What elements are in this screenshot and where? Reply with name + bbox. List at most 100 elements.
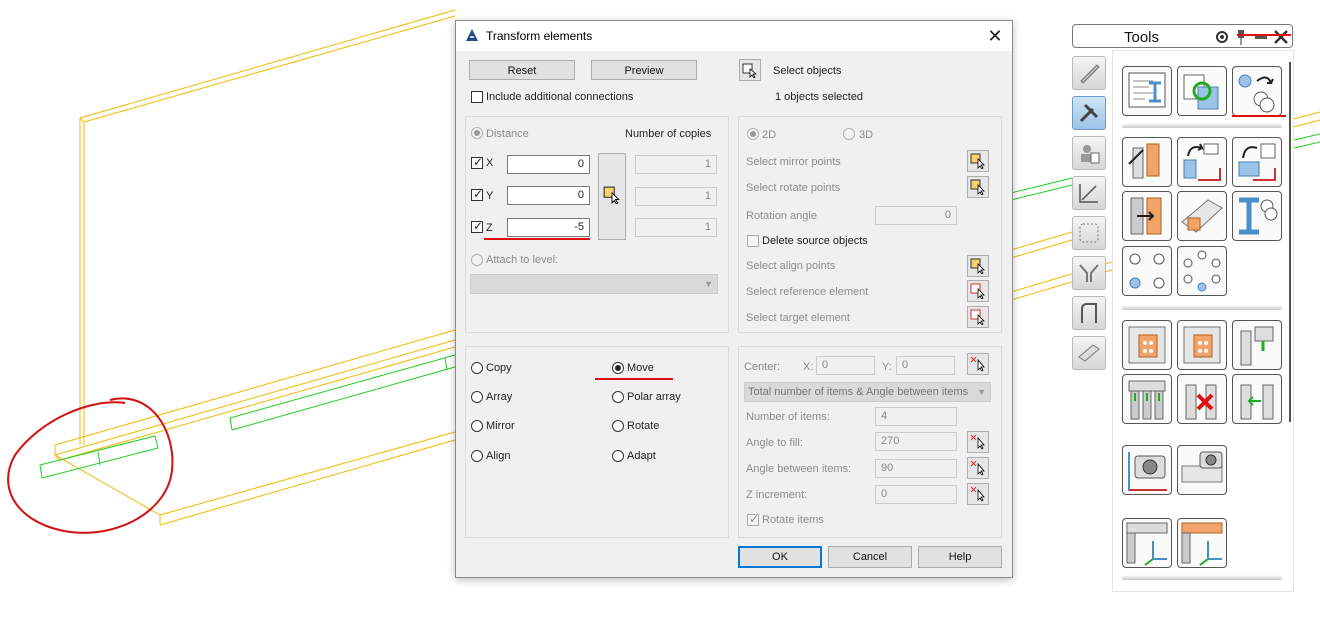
- ok-button[interactable]: OK: [738, 546, 822, 568]
- tool-shelf-divider: [1122, 123, 1282, 128]
- center-y-input[interactable]: 0: [896, 356, 955, 375]
- tool-ucs-1-button[interactable]: [1122, 518, 1172, 568]
- copies-z-input[interactable]: 1: [635, 218, 717, 237]
- tool-rotate-copy-button[interactable]: [1232, 137, 1282, 187]
- pick-angle-between-button[interactable]: [967, 457, 989, 479]
- close-icon[interactable]: [1272, 28, 1290, 46]
- annotation-overline-transform: [1237, 34, 1291, 36]
- tool-delete-joint-button[interactable]: [1177, 374, 1227, 424]
- pick-target-button[interactable]: [967, 306, 989, 328]
- plate-icon: [1078, 344, 1100, 362]
- sidebar-tab-bend[interactable]: [1072, 296, 1106, 330]
- select-objects-button[interactable]: [739, 59, 761, 81]
- sidebar-tab-plate[interactable]: [1072, 336, 1106, 370]
- pick-cursor-icon: [970, 486, 985, 502]
- include-connections-checkbox[interactable]: [471, 91, 483, 103]
- pick-center-button[interactable]: [967, 353, 989, 375]
- tool-view-snapshot-button[interactable]: [1177, 445, 1227, 495]
- pin-icon[interactable]: [1234, 28, 1248, 46]
- help-button[interactable]: Help: [918, 546, 1002, 568]
- sidebar-tab-dimension[interactable]: [1072, 176, 1106, 210]
- reset-button[interactable]: Reset: [469, 60, 575, 80]
- rotation-angle-input[interactable]: 0: [875, 206, 957, 225]
- tool-snapshot-button[interactable]: [1122, 445, 1172, 495]
- align-radio[interactable]: [471, 450, 483, 462]
- polar-array-radio[interactable]: [612, 391, 624, 403]
- x-offset-input[interactable]: 0: [507, 155, 590, 174]
- bend-icon: [1081, 303, 1097, 323]
- mode-2d-radio[interactable]: [747, 128, 759, 140]
- rotate-radio[interactable]: [612, 420, 624, 432]
- mirror-radio[interactable]: [471, 420, 483, 432]
- tool-pattern-grid-button[interactable]: [1122, 246, 1172, 296]
- array-radio[interactable]: [471, 391, 483, 403]
- pick-distance-button[interactable]: [598, 153, 626, 240]
- sidebar-tab-connect[interactable]: [1072, 256, 1106, 290]
- angle-between-input[interactable]: 90: [875, 459, 957, 478]
- polar-array-label: Polar array: [627, 391, 681, 403]
- tool-fit-button[interactable]: [1122, 191, 1172, 241]
- tools-scrollbar[interactable]: [1289, 62, 1291, 422]
- array-mode-dropdown[interactable]: Total number of items & Angle between it…: [744, 382, 991, 402]
- copies-y-input[interactable]: 1: [635, 187, 717, 206]
- multi-joint-icon: [1128, 380, 1166, 420]
- select-target-label: Select target element: [746, 312, 850, 324]
- copy-label: Copy: [486, 362, 512, 374]
- attach-level-radio[interactable]: [471, 254, 483, 266]
- pick-align-points-button[interactable]: [967, 255, 989, 277]
- sidebar-tab-view[interactable]: [1072, 216, 1106, 250]
- angle-to-fill-input[interactable]: 270: [875, 432, 957, 451]
- tool-copy-rotate-button[interactable]: [1177, 137, 1227, 187]
- tool-joint-1-button[interactable]: [1122, 320, 1172, 370]
- distance-radio[interactable]: [471, 127, 483, 139]
- adapt-label: Adapt: [627, 450, 656, 462]
- gear-icon[interactable]: [1213, 28, 1231, 46]
- z-checkbox[interactable]: ✓: [471, 219, 483, 233]
- pick-z-increment-button[interactable]: [967, 483, 989, 505]
- rotate-items-checkbox[interactable]: ✓: [747, 512, 759, 526]
- sidebar-tab-modify[interactable]: [1072, 96, 1106, 130]
- tool-joint-5-button[interactable]: [1232, 374, 1282, 424]
- move-radio[interactable]: [612, 362, 624, 374]
- x-checkbox[interactable]: ✓: [471, 155, 483, 169]
- tool-joint-3-button[interactable]: [1232, 320, 1282, 370]
- close-icon[interactable]: ✕: [984, 25, 1006, 47]
- center-x-label: X:: [803, 361, 814, 373]
- tool-cut-button[interactable]: [1177, 191, 1227, 241]
- cancel-button[interactable]: Cancel: [828, 546, 912, 568]
- adapt-radio[interactable]: [612, 450, 624, 462]
- select-element-icon: [970, 309, 985, 325]
- number-of-items-input[interactable]: 4: [875, 407, 957, 426]
- tool-extend-button[interactable]: [1122, 137, 1172, 187]
- tool-list-button[interactable]: [1122, 66, 1172, 116]
- pick-point-icon: [970, 258, 985, 274]
- tool-joint-4-button[interactable]: [1122, 374, 1172, 424]
- center-x-input[interactable]: 0: [816, 356, 875, 375]
- tool-profile-button[interactable]: [1232, 191, 1282, 241]
- tool-ucs-2-button[interactable]: [1177, 518, 1227, 568]
- delete-joint-icon: [1185, 384, 1217, 420]
- tool-renumber-button[interactable]: [1177, 66, 1227, 116]
- list-edit-icon: [1128, 72, 1166, 108]
- level-dropdown[interactable]: ▼: [470, 274, 718, 294]
- delete-source-checkbox[interactable]: [747, 235, 759, 247]
- copies-x-input[interactable]: 1: [635, 155, 717, 174]
- tool-transform-button[interactable]: [1232, 66, 1282, 116]
- sidebar-tab-draw[interactable]: [1072, 56, 1106, 90]
- tool-pattern-polar-button[interactable]: [1177, 246, 1227, 296]
- pick-mirror-points-button[interactable]: [967, 150, 989, 172]
- copy-radio[interactable]: [471, 362, 483, 374]
- pick-rotate-points-button[interactable]: [967, 176, 989, 198]
- z-increment-input[interactable]: 0: [875, 485, 957, 504]
- preview-button[interactable]: Preview: [591, 60, 697, 80]
- select-rotate-points-label: Select rotate points: [746, 182, 841, 194]
- minimize-icon[interactable]: [1253, 28, 1269, 46]
- tool-joint-2-button[interactable]: [1177, 320, 1227, 370]
- pick-reference-button[interactable]: [967, 280, 989, 302]
- y-offset-input[interactable]: 0: [507, 186, 590, 205]
- pick-angle-fill-button[interactable]: [967, 431, 989, 453]
- y-checkbox[interactable]: ✓: [471, 187, 483, 201]
- sidebar-tab-properties[interactable]: [1072, 136, 1106, 170]
- z-offset-input[interactable]: -5: [507, 218, 590, 237]
- mode-3d-radio[interactable]: [843, 128, 855, 140]
